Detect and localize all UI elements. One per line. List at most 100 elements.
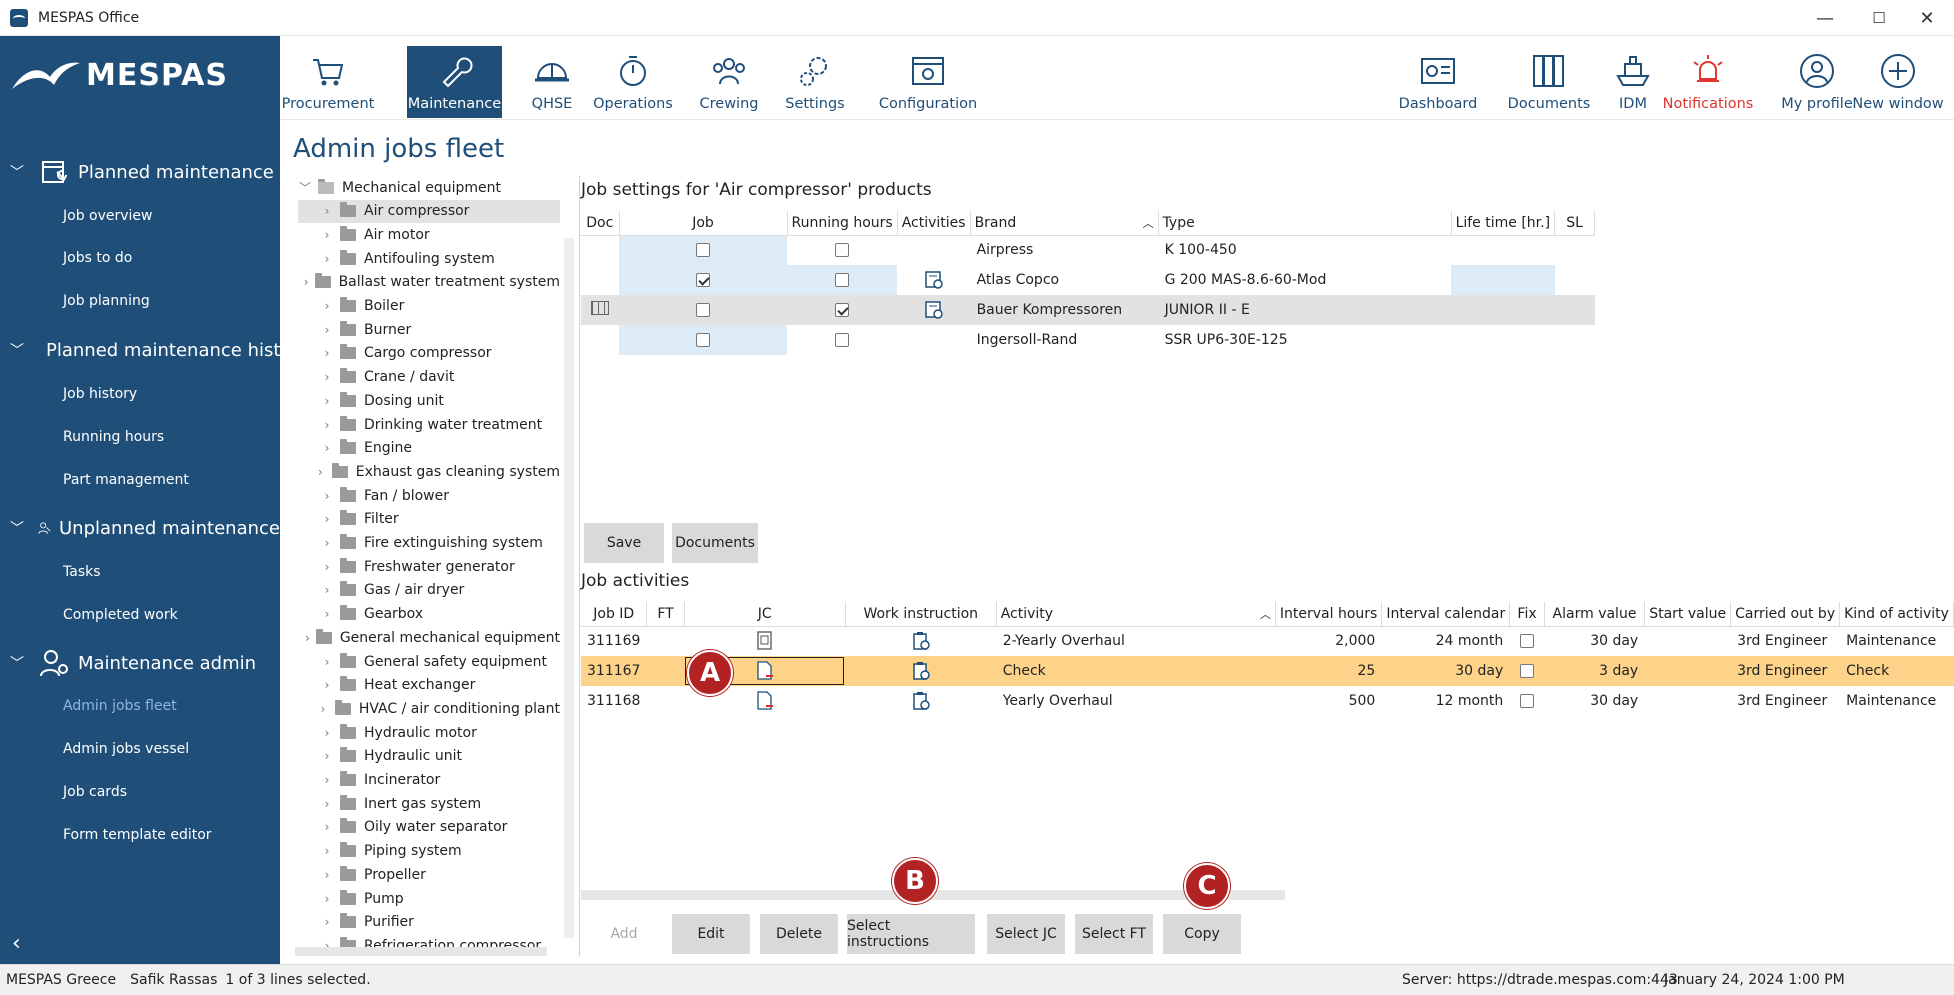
collapse-sidebar-icon[interactable]: ‹ <box>12 931 21 956</box>
chevron-right-icon[interactable]: › <box>320 394 334 408</box>
tree-item[interactable]: › HVAC / air conditioning plant <box>298 697 560 720</box>
col-brand[interactable]: Brand ︿ <box>970 211 1159 236</box>
table-row[interactable]: Ingersoll-Rand SSR UP6-30E-125 <box>581 325 1595 355</box>
fix-checkbox[interactable] <box>1520 634 1535 649</box>
nav-configuration[interactable]: Configuration <box>860 46 996 118</box>
col-life-time[interactable]: Life time [hr.] <box>1451 211 1556 236</box>
chevron-right-icon[interactable]: › <box>320 655 334 669</box>
col-sl[interactable]: SL <box>1554 211 1596 236</box>
activities-config-icon[interactable] <box>924 270 944 290</box>
fix-checkbox[interactable] <box>1520 664 1535 678</box>
tree-item[interactable]: › Filter <box>298 508 560 531</box>
running-hours-cell[interactable] <box>787 235 897 265</box>
tree-item[interactable]: › Incinerator <box>298 769 560 792</box>
tree-item[interactable]: › Freshwater generator <box>298 555 560 578</box>
col-carried-out-by[interactable]: Carried out by <box>1730 602 1841 627</box>
job-checkbox[interactable] <box>696 243 710 258</box>
sl-cell[interactable] <box>1555 295 1595 325</box>
chevron-right-icon[interactable]: › <box>320 489 334 503</box>
nav-notifications[interactable]: Notifications <box>1648 46 1768 118</box>
select-jc-button[interactable]: Select JC <box>987 914 1065 954</box>
col-doc[interactable]: Doc <box>581 211 620 236</box>
sidebar-section-planned-maintenance-history[interactable]: ﹀ Planned maintenance history <box>0 330 280 370</box>
chevron-right-icon[interactable]: › <box>320 323 334 337</box>
chevron-right-icon[interactable]: › <box>320 820 334 834</box>
running-hours-checkbox[interactable] <box>835 273 850 287</box>
table-row[interactable]: Atlas Copco G 200 MAS-8.6-60-Mod <box>581 265 1595 295</box>
chevron-right-icon[interactable]: › <box>320 536 334 550</box>
activities-cell[interactable] <box>897 235 970 265</box>
chevron-right-icon[interactable]: › <box>304 275 309 289</box>
sl-cell[interactable] <box>1555 235 1595 265</box>
job-card-missing-icon[interactable] <box>756 661 774 681</box>
delete-button[interactable]: Delete <box>760 914 838 954</box>
doc-cell[interactable] <box>581 235 619 265</box>
tree-item[interactable]: › Fire extinguishing system <box>298 532 560 555</box>
nav-dashboard[interactable]: Dashboard <box>1376 46 1500 118</box>
save-button[interactable]: Save <box>584 523 664 563</box>
chevron-right-icon[interactable]: › <box>320 346 334 360</box>
work-instruction-icon[interactable] <box>911 691 931 711</box>
ft-cell[interactable] <box>647 626 684 656</box>
activities-cell[interactable] <box>897 265 970 295</box>
minimize-button[interactable]: — <box>1798 0 1852 36</box>
tree-item[interactable]: › Fan / blower <box>298 484 560 507</box>
maximize-button[interactable]: ☐ <box>1852 0 1906 36</box>
col-activity[interactable]: Activity ︿ <box>996 602 1276 627</box>
life-time-cell[interactable] <box>1451 295 1554 325</box>
job-checkbox[interactable] <box>696 273 710 287</box>
table-row[interactable]: 311168 Yearly Overhaul 500 12 month 30 day 3r… <box>581 686 1954 716</box>
grid-icon[interactable] <box>590 301 609 315</box>
doc-cell[interactable] <box>581 265 619 295</box>
chevron-right-icon[interactable]: › <box>320 560 334 574</box>
sidebar-item-tasks[interactable]: Tasks <box>63 564 101 580</box>
sidebar-item-form-template-editor[interactable]: Form template editor <box>63 827 212 843</box>
nav-settings[interactable]: Settings <box>770 46 860 118</box>
tree-item[interactable]: › Exhaust gas cleaning system <box>298 460 560 483</box>
job-cell[interactable] <box>619 265 787 295</box>
ft-cell[interactable] <box>647 656 684 686</box>
fix-cell[interactable] <box>1510 686 1545 716</box>
running-hours-cell[interactable] <box>787 295 897 325</box>
tree-item[interactable]: › Gearbox <box>298 603 560 626</box>
tree-item[interactable]: › Air motor <box>298 223 560 246</box>
sidebar-item-job-cards[interactable]: Job cards <box>63 784 127 800</box>
sidebar-item-completed-work[interactable]: Completed work <box>63 607 178 623</box>
edit-button[interactable]: Edit <box>672 914 750 954</box>
tree-item[interactable]: › Gas / air dryer <box>298 579 560 602</box>
life-time-cell[interactable] <box>1451 325 1554 355</box>
running-hours-checkbox[interactable] <box>835 303 850 317</box>
table-row[interactable]: 311167 Check 25 30 day 3 day 3rd Engineer Chec… <box>581 656 1954 686</box>
tree-item[interactable]: › Cargo compressor <box>298 342 560 365</box>
tree-item[interactable]: › Oily water separator <box>298 816 560 839</box>
chevron-right-icon[interactable]: › <box>320 773 334 787</box>
tree-item[interactable]: › Boiler <box>298 295 560 318</box>
col-start-value[interactable]: Start value <box>1644 602 1732 627</box>
tree-item[interactable]: › Ballast water treatment system <box>298 271 560 294</box>
doc-cell[interactable] <box>581 295 619 325</box>
tree-item[interactable]: › General safety equipment <box>298 650 560 673</box>
add-button[interactable]: Add <box>584 914 664 954</box>
life-time-cell[interactable] <box>1451 265 1555 295</box>
tree-item[interactable]: › Drinking water treatment <box>298 413 560 436</box>
nav-procurement[interactable]: Procurement <box>282 46 374 118</box>
col-activities[interactable]: Activities <box>897 211 971 236</box>
select-ft-button[interactable]: Select FT <box>1075 914 1153 954</box>
running-hours-checkbox[interactable] <box>835 243 850 258</box>
col-job-id[interactable]: Job ID <box>581 602 648 627</box>
tree-item[interactable]: › General mechanical equipment <box>298 626 560 649</box>
chevron-right-icon[interactable]: › <box>320 583 334 597</box>
tree-item[interactable]: › Antifouling system <box>298 247 560 270</box>
chevron-right-icon[interactable]: › <box>320 726 334 740</box>
chevron-right-icon[interactable]: › <box>320 299 334 313</box>
col-work-instruction[interactable]: Work instruction <box>845 602 997 627</box>
running-hours-checkbox[interactable] <box>835 333 850 347</box>
activities-cell[interactable] <box>897 325 970 355</box>
sidebar-section-unplanned-maintenance[interactable]: ﹀ Unplanned maintenance <box>0 508 280 548</box>
col-ft[interactable]: FT <box>646 602 685 627</box>
select-instructions-button[interactable]: Select instructions <box>847 914 975 954</box>
tree-item[interactable]: › Hydraulic motor <box>298 721 560 744</box>
sidebar-item-job-history[interactable]: Job history <box>63 386 137 402</box>
tree-item[interactable]: › Engine <box>298 437 560 460</box>
job-checkbox[interactable] <box>696 333 710 347</box>
